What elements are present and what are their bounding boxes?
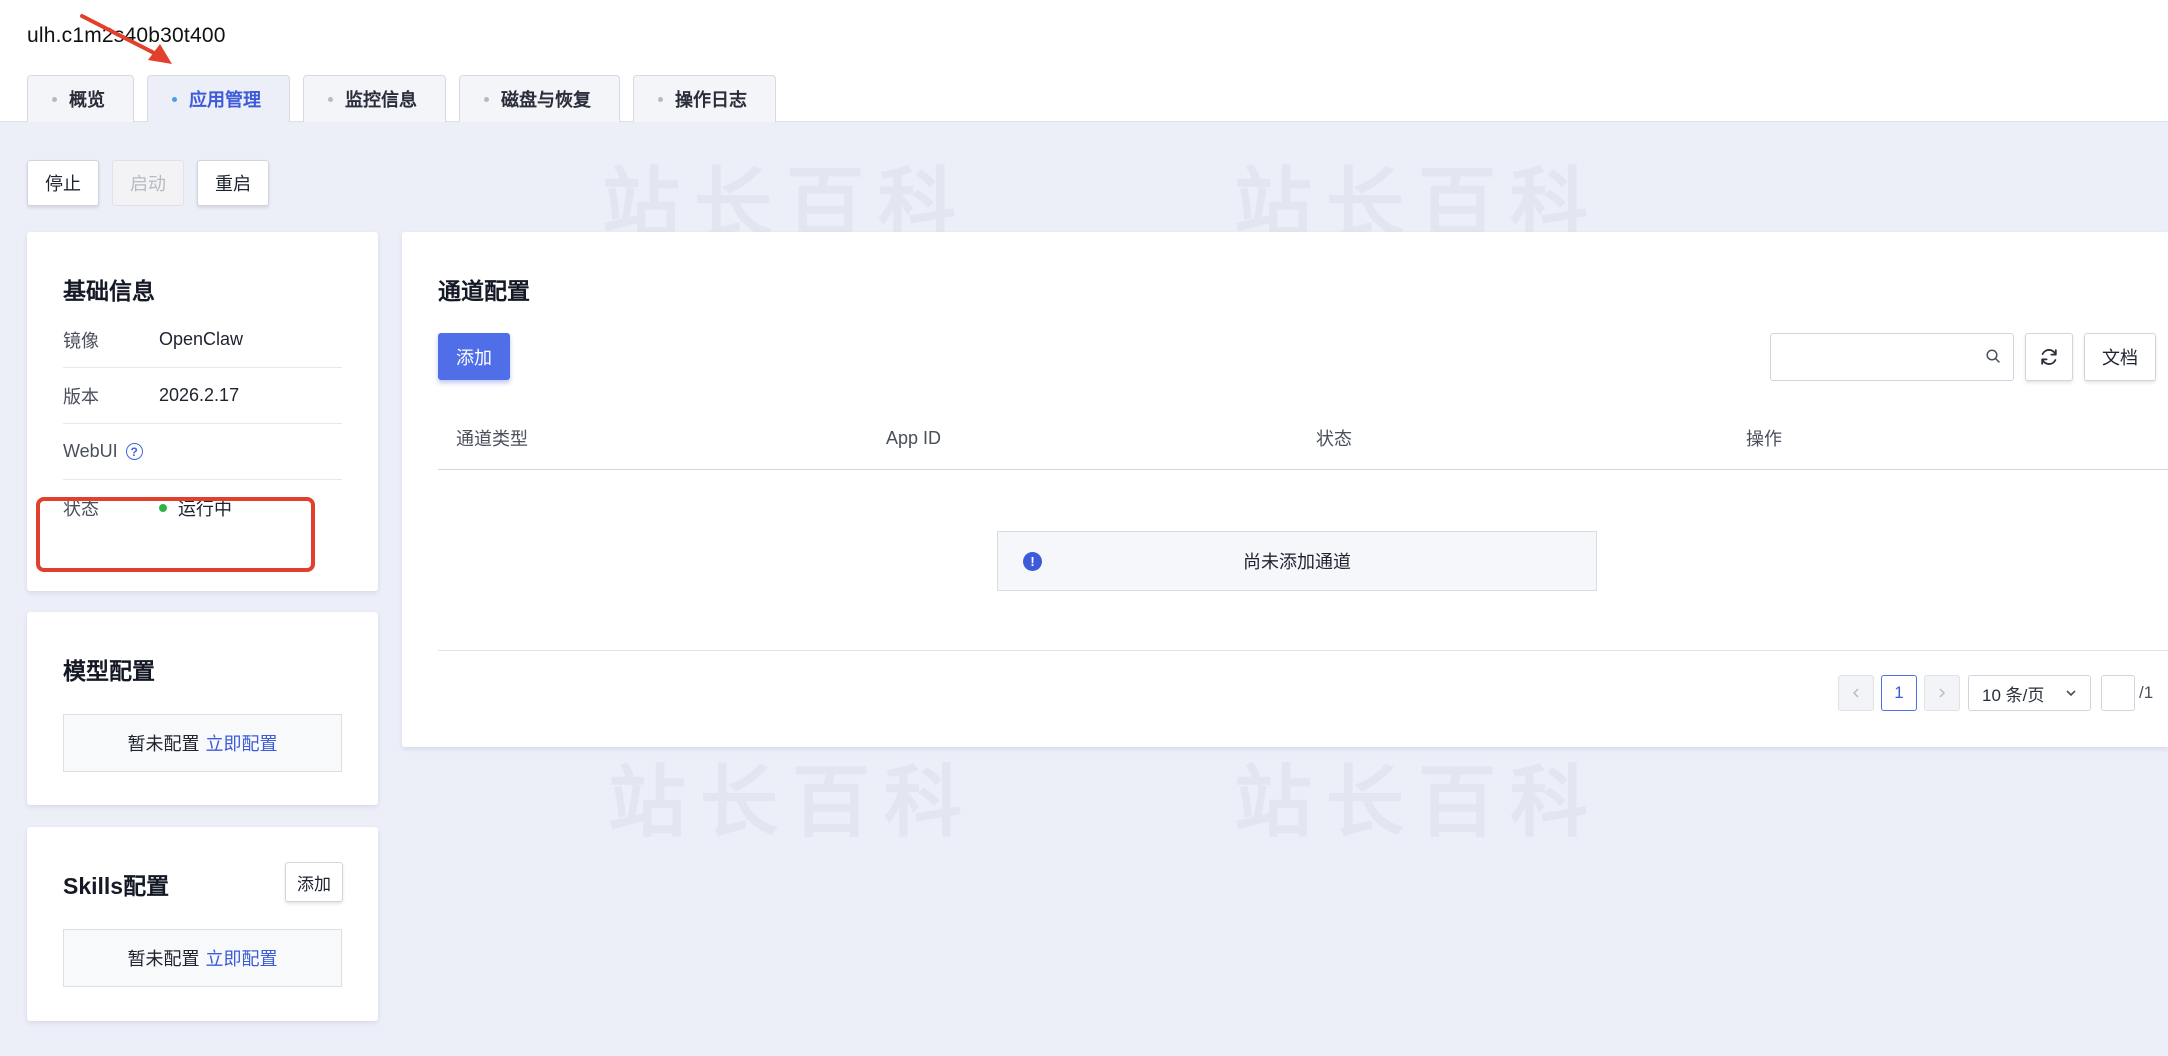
status-value: 运行中	[159, 495, 232, 521]
start-button: 启动	[112, 160, 184, 206]
status-dot-icon	[159, 504, 167, 512]
page-number-button[interactable]: 1	[1881, 675, 1917, 711]
info-key-webui: WebUI?	[63, 441, 159, 462]
chevron-left-icon	[1852, 688, 1859, 698]
tab-label: 操作日志	[675, 90, 747, 110]
tab-label: 监控信息	[345, 90, 417, 110]
page-size-value: 10 条/页	[1982, 685, 2045, 705]
total-pages: /1	[2139, 683, 2154, 702]
refresh-icon	[2041, 349, 2057, 365]
column-header-actions: 操作	[1746, 429, 1782, 449]
channel-config-title: 通道配置	[438, 278, 530, 304]
configure-now-link[interactable]: 立即配置	[206, 730, 278, 756]
column-header-status: 状态	[1316, 429, 1352, 449]
model-config-empty: 暂未配置 立即配置	[63, 714, 342, 772]
basic-info-card: 基础信息 镜像 OpenClaw 版本 2026.2.17 WebUI? 状态 …	[27, 232, 378, 591]
page-size-select[interactable]: 10 条/页	[1968, 675, 2091, 711]
info-key: 状态	[63, 499, 99, 519]
info-icon: !	[1023, 552, 1042, 571]
info-key: 版本	[63, 386, 99, 407]
info-row-status: 状态 运行中	[63, 480, 342, 536]
tab-dot-icon	[52, 96, 57, 102]
stop-button[interactable]: 停止	[27, 160, 99, 206]
configure-now-link[interactable]: 立即配置	[206, 945, 278, 971]
tab-label: 磁盘与恢复	[501, 90, 591, 110]
skills-config-card: Skills配置 添加 暂未配置 立即配置	[27, 827, 378, 1021]
tab-dot-icon	[484, 96, 489, 102]
column-header-app-id: App ID	[886, 427, 942, 448]
help-icon[interactable]: ?	[125, 443, 143, 460]
column-header-channel-type: 通道类型	[456, 429, 528, 449]
model-config-card: 模型配置 暂未配置 立即配置	[27, 612, 378, 805]
info-row-image: 镜像 OpenClaw	[63, 312, 342, 368]
add-skill-button[interactable]: 添加	[285, 862, 343, 902]
model-config-title: 模型配置	[63, 658, 155, 684]
watermark: 站长百科	[608, 758, 977, 848]
search-icon	[1986, 349, 2000, 363]
table-divider	[438, 650, 2168, 651]
prev-page-button	[1838, 675, 1874, 711]
instance-id: ulh.c1m2s40b30t400	[27, 24, 226, 47]
chevron-down-icon	[2066, 690, 2076, 697]
info-key: 镜像	[63, 330, 99, 351]
info-row-version: 版本 2026.2.17	[63, 368, 342, 424]
empty-text: 暂未配置	[127, 949, 200, 969]
watermark: 站长百科	[1234, 758, 1603, 848]
next-page-button	[1924, 675, 1960, 711]
tab-monitoring[interactable]: 监控信息	[303, 75, 446, 122]
tab-operation-log[interactable]: 操作日志	[633, 75, 776, 122]
empty-notice-text: 尚未添加通道	[1243, 552, 1351, 572]
tab-dot-icon	[172, 96, 177, 102]
docs-button[interactable]: 文档	[2084, 333, 2156, 381]
refresh-button[interactable]	[2025, 333, 2073, 381]
basic-info-title: 基础信息	[63, 278, 155, 304]
empty-text: 暂未配置	[127, 734, 200, 754]
channel-config-card: 通道配置 添加 文档 通道类型 App ID 状态 操作 ! 尚未添加通道 1 …	[402, 232, 2168, 747]
table-header: 通道类型 App ID 状态 操作	[438, 406, 2168, 470]
chevron-right-icon	[1939, 688, 1946, 698]
info-value: OpenClaw	[159, 329, 244, 349]
skills-config-empty: 暂未配置 立即配置	[63, 929, 342, 987]
search-field[interactable]	[1771, 334, 1971, 378]
add-channel-button[interactable]: 添加	[438, 333, 510, 380]
empty-channel-notice: ! 尚未添加通道	[997, 531, 1597, 591]
tab-label: 概览	[69, 90, 105, 110]
info-key: WebUI	[63, 441, 118, 461]
page-header: ulh.c1m2s40b30t400 概览 应用管理 监控信息 磁盘与恢复 操作…	[0, 0, 2168, 122]
tab-bar: 概览 应用管理 监控信息 磁盘与恢复 操作日志	[27, 75, 776, 122]
tab-dot-icon	[658, 96, 663, 102]
tab-label: 应用管理	[189, 90, 261, 110]
action-bar: 停止 启动 重启	[27, 160, 269, 206]
status-text: 运行中	[178, 499, 232, 519]
tab-dot-icon	[328, 96, 333, 102]
search-input[interactable]	[1770, 333, 2014, 381]
tab-overview[interactable]: 概览	[27, 75, 134, 122]
info-value: 2026.2.17	[159, 385, 240, 405]
skills-config-title: Skills配置	[63, 873, 170, 899]
page-jump-input[interactable]	[2101, 675, 2135, 711]
tab-app-management[interactable]: 应用管理	[147, 75, 290, 122]
restart-button[interactable]: 重启	[197, 160, 269, 206]
info-row-webui: WebUI?	[63, 424, 342, 480]
tab-disk-recovery[interactable]: 磁盘与恢复	[459, 75, 620, 122]
